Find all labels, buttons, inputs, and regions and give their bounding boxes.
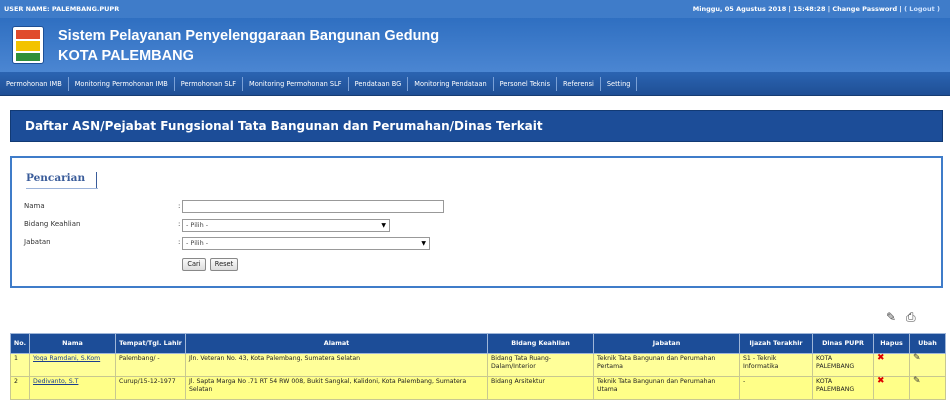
cell-alamat: Jl. Sapta Marga No .71 RT 54 RW 008, Buk… [185, 376, 488, 400]
delete-x-icon[interactable]: ✖ [877, 353, 885, 363]
top-right-info: Minggu, 05 Agustus 2018 | 15:48:28 | Cha… [692, 5, 940, 13]
nav-item-setting[interactable]: Setting [601, 76, 638, 91]
page-title-bar: Daftar ASN/Pejabat Fungsional Tata Bangu… [10, 110, 943, 142]
jabatan-value: - Pilih - [186, 239, 209, 247]
cell-hapus: ✖ [873, 353, 910, 377]
nama-link[interactable]: Yoga Ramdani, S.Kom [33, 355, 100, 362]
cell-bidang: Bidang Tata Ruang-Dalam/Interior [487, 353, 594, 377]
col-header-no: No. [10, 333, 30, 354]
cell-ubah: ✎ [909, 353, 946, 377]
cell-ttl: Curup/15-12-1977 [115, 376, 186, 400]
reset-button[interactable]: Reset [210, 258, 238, 271]
bidang-keahlian-select[interactable]: - Pilih - ▼ [182, 219, 390, 232]
palembang-logo-icon [12, 26, 44, 64]
cell-nama: Dedivanto, S.T [29, 376, 116, 400]
nama-label: Nama [24, 202, 45, 210]
dropdown-arrow-icon: ▼ [421, 240, 426, 247]
table-row: 1 Yoga Ramdani, S.Kom Palembang/ - Jln. … [10, 353, 946, 377]
legend-marker [96, 172, 99, 188]
col-header-alamat: Alamat [185, 333, 488, 354]
col-header-ijazah: Ijazah Terakhir [739, 333, 813, 354]
cell-ijazah: S1 - Teknik Informatika [739, 353, 813, 377]
app-header: Sistem Pelayanan Penyelenggaraan Banguna… [0, 18, 950, 72]
page-title: Daftar ASN/Pejabat Fungsional Tata Bangu… [25, 119, 543, 133]
cell-dinas: KOTA PALEMBANG [812, 376, 874, 400]
cell-dinas: KOTA PALEMBANG [812, 353, 874, 377]
cell-ubah: ✎ [909, 376, 946, 400]
cell-no: 1 [10, 353, 30, 377]
asn-table: No. Nama Tempat/Tgl. Lahir Alamat Bidang… [10, 333, 946, 400]
cell-nama: Yoga Ramdani, S.Kom [29, 353, 116, 377]
table-row: 2 Dedivanto, S.T Curup/15-12-1977 Jl. Sa… [10, 376, 946, 400]
cell-hapus: ✖ [873, 376, 910, 400]
nav-item-referensi[interactable]: Referensi [557, 76, 601, 91]
col-header-jabatan: Jabatan [593, 333, 740, 354]
dropdown-arrow-icon: ▼ [381, 222, 386, 229]
cell-jabatan: Teknik Tata Bangunan dan Perumahan Perta… [593, 353, 740, 377]
nav-item-pendataan-bg[interactable]: Pendataan BG [349, 76, 409, 91]
cell-ijazah: - [739, 376, 813, 400]
col-header-ubah: Ubah [909, 333, 946, 354]
col-header-dinas: Dinas PUPR [812, 333, 874, 354]
bidang-keahlian-label: Bidang Keahlian [24, 220, 81, 228]
col-header-hapus: Hapus [873, 333, 910, 354]
search-legend: Pencarian [26, 172, 86, 184]
user-name-label: USER NAME: PALEMBANG.PUPR [4, 5, 120, 13]
jabatan-label: Jabatan [24, 238, 51, 246]
cell-alamat: Jln. Veteran No. 43, Kota Palembang, Sum… [185, 353, 488, 377]
colon-separator: : [178, 238, 181, 246]
nav-item-monitoring-permohonan-slf[interactable]: Monitoring Permohonan SLF [243, 76, 349, 91]
check-export-icon[interactable]: ✎ [886, 310, 896, 324]
jabatan-select[interactable]: - Pilih - ▼ [182, 237, 430, 250]
nav-item-permohonan-slf[interactable]: Permohonan SLF [175, 76, 244, 91]
logout-link[interactable]: ( Logout ) [904, 5, 940, 13]
col-header-ttl: Tempat/Tgl. Lahir [115, 333, 186, 354]
change-password-link[interactable]: Change Password [832, 5, 897, 13]
cari-button[interactable]: Cari [182, 258, 206, 271]
nav-item-permohonan-imb[interactable]: Permohonan IMB [0, 76, 69, 91]
nav-item-monitoring-permohonan-imb[interactable]: Monitoring Permohonan IMB [69, 76, 175, 91]
nav-item-monitoring-pendataan[interactable]: Monitoring Pendataan [408, 76, 494, 91]
printer-icon[interactable]: ⎙ [906, 310, 916, 325]
table-header-row: No. Nama Tempat/Tgl. Lahir Alamat Bidang… [10, 333, 946, 354]
delete-x-icon[interactable]: ✖ [877, 376, 885, 386]
cell-jabatan: Teknik Tata Bangunan dan Perumahan Utama [593, 376, 740, 400]
cell-bidang: Bidang Arsitektur [487, 376, 594, 400]
top-status-bar: USER NAME: PALEMBANG.PUPR Minggu, 05 Agu… [0, 0, 950, 18]
app-subtitle: KOTA PALEMBANG [58, 48, 194, 64]
datetime-label: Minggu, 05 Agustus 2018 | 15:48:28 [692, 5, 826, 13]
nama-link[interactable]: Dedivanto, S.T [33, 378, 78, 385]
pencil-icon[interactable]: ✎ [913, 376, 921, 386]
legend-underline [26, 188, 98, 189]
bidang-keahlian-value: - Pilih - [186, 221, 209, 229]
cell-no: 2 [10, 376, 30, 400]
app-title: Sistem Pelayanan Penyelenggaraan Banguna… [58, 28, 440, 44]
cell-ttl: Palembang/ - [115, 353, 186, 377]
col-header-bidang: Bidang Keahlian [487, 333, 594, 354]
colon-separator: : [178, 202, 181, 210]
colon-separator: : [178, 220, 181, 228]
nav-item-personel-teknis[interactable]: Personel Teknis [494, 76, 558, 91]
nama-input[interactable] [182, 200, 444, 213]
search-panel: Pencarian Nama : Bidang Keahlian : - Pil… [10, 156, 943, 288]
pencil-icon[interactable]: ✎ [913, 353, 921, 363]
main-nav: Permohonan IMB Monitoring Permohonan IMB… [0, 72, 950, 96]
col-header-nama: Nama [29, 333, 116, 354]
